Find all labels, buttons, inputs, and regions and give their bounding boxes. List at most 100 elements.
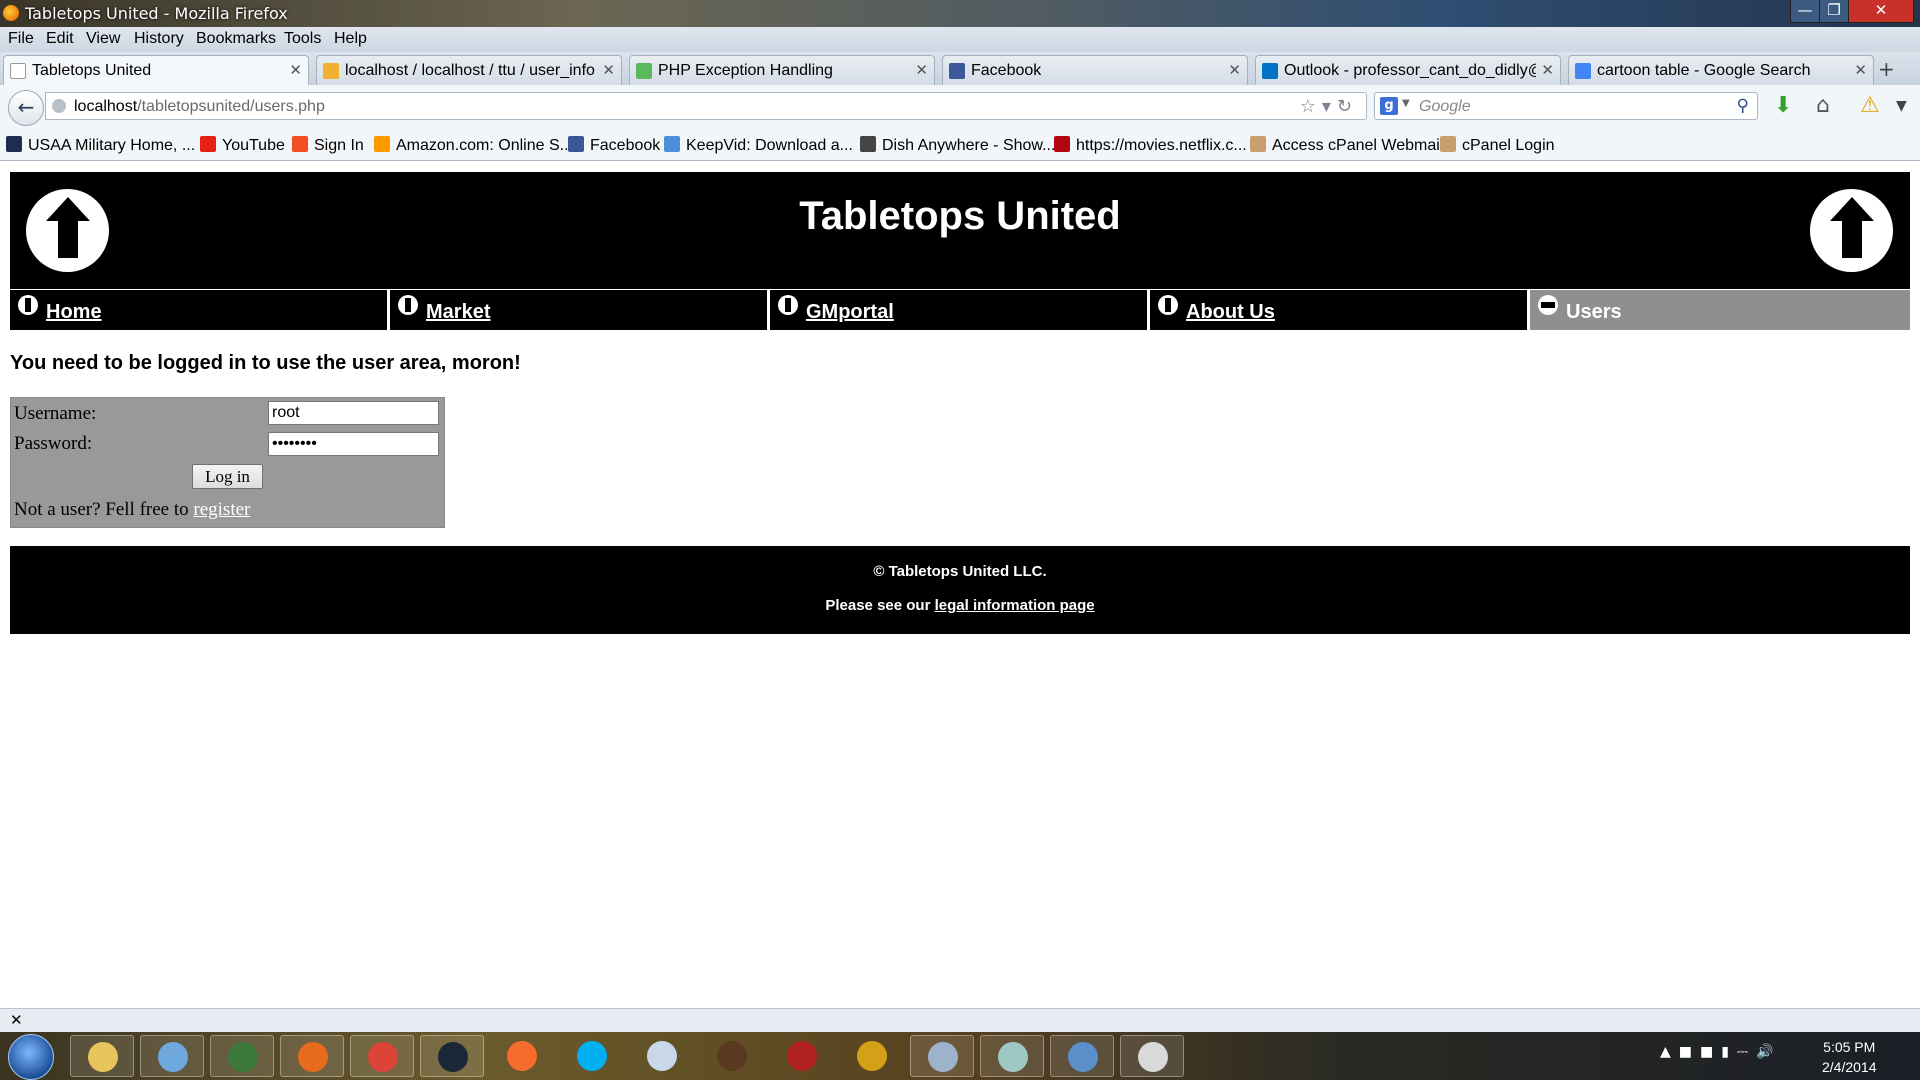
close-tab-icon[interactable]: ✕ [289, 61, 302, 79]
menu-view[interactable]: View [86, 30, 120, 48]
downloads-icon[interactable]: ⬇ [1774, 93, 1792, 118]
bookmark-youtube[interactable]: YouTube [200, 136, 285, 155]
bookmark-keepvid[interactable]: KeepVid: Download a... [664, 136, 853, 155]
site-nav: Home Market GMportal About Us Users [10, 290, 1910, 330]
nav-market[interactable]: Market [390, 290, 767, 330]
legal-info-link[interactable]: legal information page [935, 597, 1095, 614]
taskbar-photo-viewer-button[interactable] [1050, 1035, 1114, 1077]
google-engine-icon[interactable]: g [1380, 97, 1398, 115]
tab-tabletops-united[interactable]: Tabletops United ✕ [3, 55, 309, 86]
maximize-button[interactable]: ❐ [1819, 0, 1849, 23]
taskbar-paint-button[interactable] [1120, 1035, 1184, 1077]
horse-game-icon [717, 1041, 747, 1071]
tab-php-exception[interactable]: PHP Exception Handling ✕ [629, 55, 935, 85]
close-tab-icon[interactable]: ✕ [915, 61, 928, 79]
minimize-button[interactable]: — [1790, 0, 1820, 23]
nav-market-link[interactable]: Market [426, 301, 490, 324]
address-url: localhost/tabletopsunited/users.php [74, 98, 325, 115]
address-bar[interactable]: localhost/tabletopsunited/users.php ☆▾↻ [45, 92, 1367, 120]
taskbar-chrome-button[interactable] [350, 1035, 414, 1077]
menu-bookmarks[interactable]: Bookmarks [196, 30, 276, 48]
home-icon[interactable]: ⌂ [1816, 93, 1830, 118]
firefox-logo-icon [3, 5, 19, 21]
tab-outlook[interactable]: Outlook - professor_cant_do_didly@h... ✕ [1255, 55, 1561, 85]
close-tab-icon[interactable]: ✕ [1541, 61, 1554, 79]
google-icon [1575, 63, 1591, 79]
tab-facebook[interactable]: Facebook ✕ [942, 55, 1248, 85]
nav-users[interactable]: Users [1530, 290, 1910, 330]
taskbar-skype-button[interactable] [560, 1035, 624, 1077]
nav-about-us[interactable]: About Us [1150, 290, 1527, 330]
menu-dropdown-icon[interactable]: ▼ [1896, 98, 1907, 114]
origin-icon [507, 1041, 537, 1071]
taskbar-steam-button[interactable] [420, 1035, 484, 1077]
keepvid-icon [664, 136, 680, 152]
bookmark-facebook[interactable]: Facebook [568, 136, 660, 155]
bookmark-usaa[interactable]: USAA Military Home, ... [6, 136, 195, 155]
nav-about-us-link[interactable]: About Us [1186, 301, 1275, 324]
search-bar[interactable]: g ▼ Google ⚲ [1374, 92, 1758, 120]
login-button[interactable]: Log in [192, 464, 263, 489]
firefox-icon [298, 1042, 328, 1072]
nav-home[interactable]: Home [10, 290, 387, 330]
close-window-button[interactable]: ✕ [1848, 0, 1914, 23]
close-tab-icon[interactable]: ✕ [602, 61, 615, 79]
taskbar-fs-app-button[interactable] [840, 1035, 904, 1077]
taskbar-pidgin-button[interactable] [630, 1035, 694, 1077]
search-icon[interactable]: ⚲ [1737, 96, 1749, 116]
window-title: Tabletops United - Mozilla Firefox [25, 4, 288, 23]
close-tab-icon[interactable]: ✕ [1854, 61, 1867, 79]
nav-gmportal[interactable]: GMportal [770, 290, 1147, 330]
tab-label: Outlook - professor_cant_do_didly@h... [1284, 62, 1536, 79]
navigation-toolbar: ← localhost/tabletopsunited/users.php ☆▾… [0, 85, 1920, 132]
bookmark-cpanel-login[interactable]: cPanel Login [1440, 136, 1555, 155]
taskbar-thirteen-app-button[interactable] [770, 1035, 834, 1077]
taskbar-horse-game-button[interactable] [700, 1035, 764, 1077]
bookmark-dish[interactable]: Dish Anywhere - Show... [860, 136, 1055, 155]
taskbar-file-explorer-button[interactable] [70, 1035, 134, 1077]
taskbar-monitor-app-button[interactable] [210, 1035, 274, 1077]
nav-home-link[interactable]: Home [46, 301, 102, 324]
history-dropdown-icon[interactable]: ▾ [1322, 96, 1337, 117]
nav-gmportal-link[interactable]: GMportal [806, 301, 894, 324]
bookmark-netflix[interactable]: https://movies.netflix.c... [1054, 136, 1247, 155]
bookmark-cpanel-webmail[interactable]: Access cPanel Webmail [1250, 136, 1443, 155]
taskbar-origin-button[interactable] [490, 1035, 554, 1077]
taskbar-notes-button[interactable] [980, 1035, 1044, 1077]
taskbar-clock[interactable]: 5:05 PM 2/4/2014 [1822, 1037, 1877, 1077]
menu-file[interactable]: File [8, 30, 34, 48]
register-link[interactable]: register [193, 499, 250, 520]
bookmark-sign-in[interactable]: Sign In [292, 136, 364, 155]
file-explorer-icon [88, 1042, 118, 1072]
engine-dropdown-icon[interactable]: ▼ [1402, 98, 1410, 109]
start-button[interactable] [8, 1034, 54, 1080]
tab-google-search[interactable]: cartoon table - Google Search ✕ [1568, 55, 1874, 85]
site-identity-icon[interactable] [52, 99, 66, 113]
new-tab-button[interactable]: + [1878, 57, 1895, 81]
close-addon-bar-icon[interactable]: ✕ [10, 1011, 23, 1029]
menu-tools[interactable]: Tools [284, 30, 321, 48]
tab-label: cartoon table - Google Search [1597, 62, 1811, 79]
close-tab-icon[interactable]: ✕ [1228, 61, 1241, 79]
nav-arrow-icon [1158, 295, 1178, 315]
tab-label: localhost / localhost / ttu / user_info … [345, 62, 597, 79]
bookmark-star-icon[interactable]: ☆ [1300, 96, 1322, 117]
taskbar-calculator-button[interactable] [910, 1035, 974, 1077]
menu-history[interactable]: History [134, 30, 184, 48]
reload-icon[interactable]: ↻ [1337, 96, 1358, 117]
warning-icon[interactable]: ⚠ [1860, 93, 1880, 118]
taskbar-notepad-button[interactable] [140, 1035, 204, 1077]
facebook-icon [568, 136, 584, 152]
menu-help[interactable]: Help [334, 30, 367, 48]
username-field[interactable] [268, 401, 439, 425]
search-placeholder: Google [1419, 98, 1471, 115]
window-titlebar: Tabletops United - Mozilla Firefox — ❐ ✕ [0, 0, 1920, 27]
tab-phpmyadmin[interactable]: localhost / localhost / ttu / user_info … [316, 55, 622, 85]
menu-edit[interactable]: Edit [46, 30, 74, 48]
password-field[interactable] [268, 432, 439, 456]
nav-users-label: Users [1566, 301, 1622, 323]
system-tray[interactable]: ▲■■▮⎓🔊 [1660, 1044, 1782, 1060]
taskbar-firefox-button[interactable] [280, 1035, 344, 1077]
bookmark-amazon[interactable]: Amazon.com: Online S... [374, 136, 573, 155]
back-button[interactable]: ← [8, 90, 44, 126]
